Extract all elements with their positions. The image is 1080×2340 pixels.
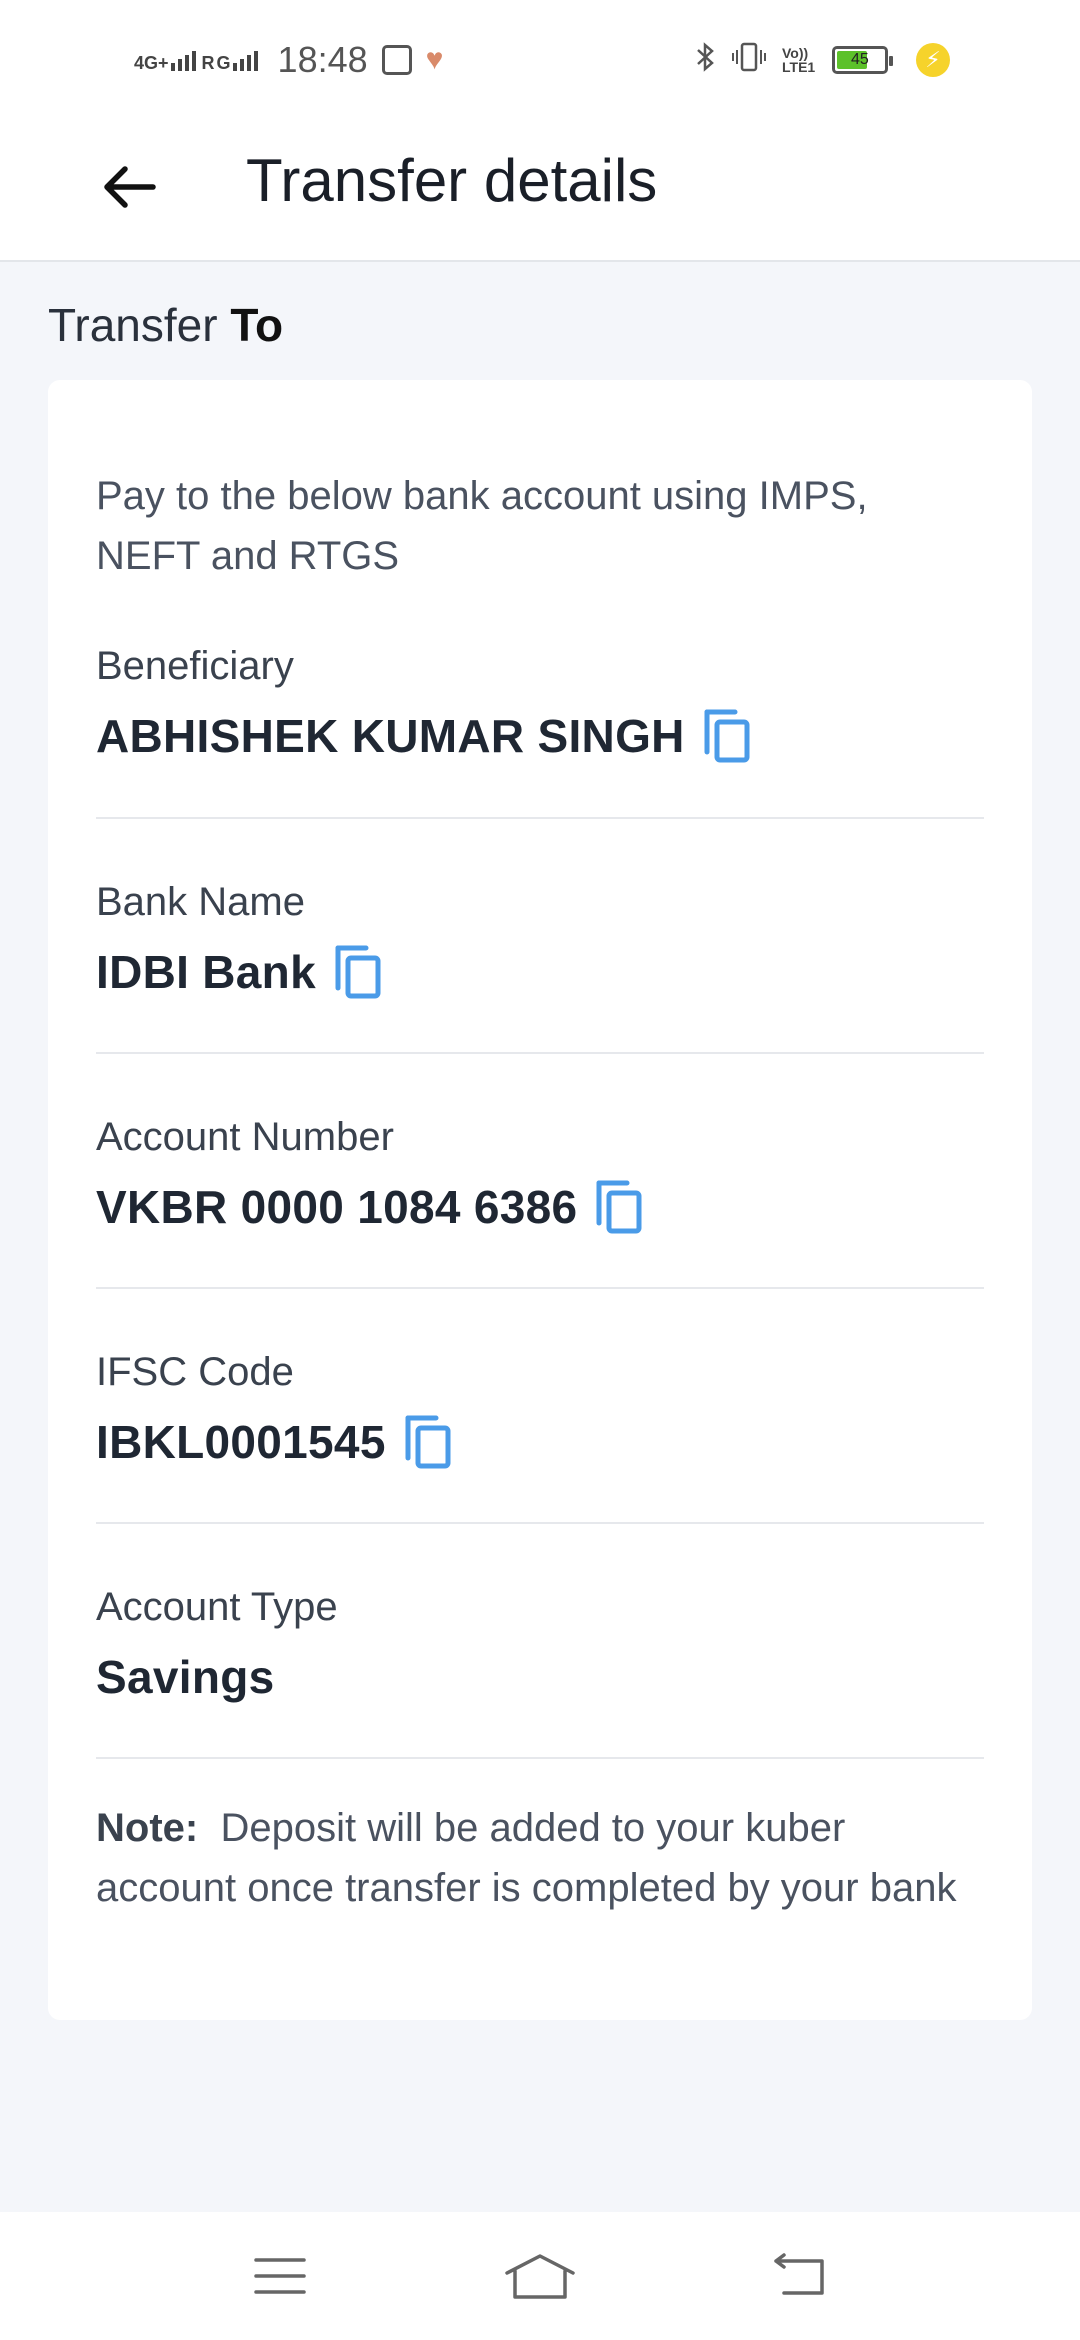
arrow-left-icon: [104, 166, 156, 208]
network-type-label-2: G: [216, 53, 231, 73]
field-account-type: Account Type Savings: [96, 1583, 984, 1705]
field-label: Bank Name: [96, 880, 305, 924]
copy-bank-name-button[interactable]: [332, 944, 384, 1000]
home-button[interactable]: [495, 2241, 585, 2311]
field-label: Account Type: [96, 1585, 338, 1629]
copy-icon: [596, 1180, 642, 1234]
section-heading-bold: To: [230, 299, 284, 351]
health-icon: ♥: [425, 43, 444, 76]
note-label: Note:: [96, 1806, 199, 1850]
divider: [96, 1287, 984, 1289]
network-type-label: 4G+: [134, 53, 169, 73]
field-label: Beneficiary: [96, 644, 294, 688]
battery-level: 45: [851, 51, 869, 68]
field-value: IBKL0001545: [96, 1416, 386, 1468]
section-heading-prefix: Transfer: [48, 299, 218, 351]
field-label: IFSC Code: [96, 1350, 294, 1394]
home-icon: [505, 2254, 575, 2299]
status-right: Vo)) LTE1 45 ⚡: [694, 41, 950, 80]
signal-icon: 4G+ R G: [134, 49, 258, 73]
bank-details-card: Pay to the below bank account using IMPS…: [48, 380, 1032, 2020]
divider: [96, 1522, 984, 1524]
note-body: Deposit will be added to your kuber acco…: [96, 1806, 957, 1910]
bluetooth-icon: [694, 41, 716, 80]
divider: [96, 1757, 984, 1759]
divider: [96, 1052, 984, 1054]
page-title: Transfer details: [246, 147, 658, 214]
volte-label: Vo)) LTE1: [782, 45, 816, 75]
field-value: Savings: [96, 1651, 275, 1703]
copy-icon: [405, 1415, 451, 1469]
back-nav-button[interactable]: [755, 2241, 845, 2311]
copy-account-number-button[interactable]: [593, 1179, 645, 1235]
app-bar: Transfer details: [0, 120, 1080, 262]
menu-icon: [254, 2258, 306, 2294]
status-time: 18:48: [277, 39, 368, 80]
field-beneficiary: Beneficiary ABHISHEK KUMAR SINGH: [96, 642, 984, 764]
menu-button[interactable]: [235, 2241, 325, 2311]
field-account-number: Account Number VKBR 0000 1084 6386: [96, 1113, 984, 1235]
field-value: IDBI Bank: [96, 946, 316, 998]
copy-ifsc-code-button[interactable]: [402, 1414, 454, 1470]
mail-icon: [381, 45, 412, 75]
vibrate-icon: [732, 41, 766, 80]
copy-icon: [335, 945, 381, 999]
roaming-label: R: [201, 53, 215, 73]
field-ifsc-code: IFSC Code IBKL0001545: [96, 1348, 984, 1470]
field-value: ABHISHEK KUMAR SINGH: [96, 710, 685, 762]
intro-text: Pay to the below bank account using IMPS…: [96, 474, 868, 578]
status-left: 4G+ R G 18:48 ♥: [134, 39, 443, 81]
section-heading: Transfer To: [48, 298, 283, 352]
copy-beneficiary-button[interactable]: [701, 708, 753, 764]
field-label: Account Number: [96, 1115, 394, 1159]
system-nav-bar: [0, 2212, 1080, 2340]
divider: [96, 817, 984, 819]
battery-icon: 45: [832, 46, 893, 74]
back-nav-icon: [774, 2253, 824, 2295]
field-value: VKBR 0000 1084 6386: [96, 1181, 578, 1233]
copy-icon: [704, 709, 750, 763]
back-button[interactable]: [96, 154, 162, 220]
field-bank-name: Bank Name IDBI Bank: [96, 878, 984, 1000]
charging-icon: ⚡: [916, 43, 950, 77]
note-text: Note: Deposit will be added to your kube…: [96, 1798, 996, 1918]
status-bar: 4G+ R G 18:48 ♥ Vo)) LTE1 45 ⚡: [0, 0, 1080, 120]
